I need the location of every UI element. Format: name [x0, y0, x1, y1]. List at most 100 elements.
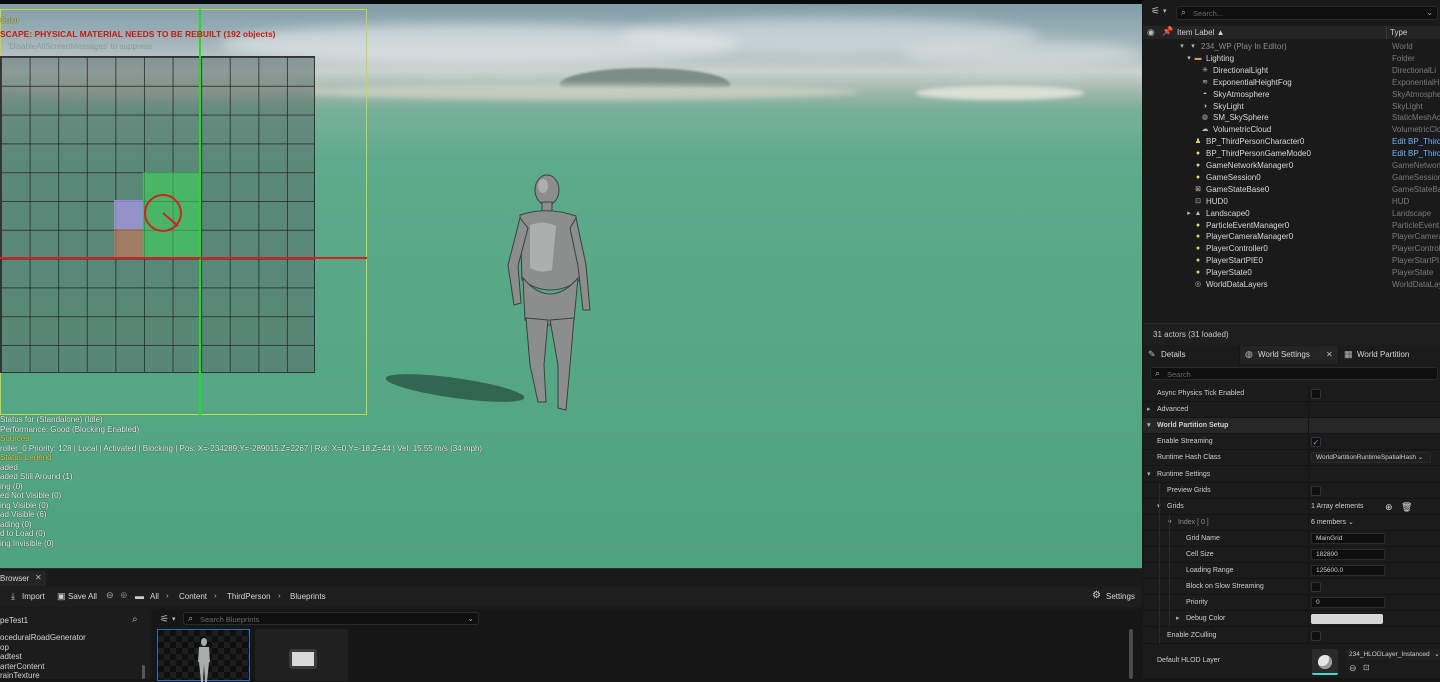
outliner-row[interactable]: ● PlayerState0 PlayerState — [1143, 267, 1440, 279]
history-back-icon[interactable]: ⊖ — [106, 590, 114, 601]
property-column-divider[interactable] — [1308, 386, 1309, 644]
property-checkbox[interactable] — [1311, 389, 1321, 399]
asset-search-input[interactable]: Search Blueprints — [200, 615, 259, 624]
property-checkbox[interactable]: ✓ — [1311, 437, 1321, 448]
outliner-item-type: Folder — [1392, 53, 1415, 63]
breadcrumb-blueprints[interactable]: Blueprints — [290, 592, 326, 601]
outliner-row[interactable]: ● PlayerController0 PlayerControl — [1143, 243, 1440, 255]
hlod-thumbnail[interactable] — [1312, 649, 1338, 675]
add-element-icon[interactable]: ⊕ — [1385, 499, 1393, 515]
history-forward-icon[interactable]: ⊕ — [120, 590, 128, 601]
column-divider[interactable] — [1386, 26, 1387, 39]
close-icon[interactable]: ✕ — [35, 573, 42, 582]
asset-search-box[interactable]: ⌕ Search Blueprints ⌄ — [183, 612, 479, 625]
tree-item[interactable]: adtest — [0, 652, 22, 661]
expand-arrow-icon[interactable]: ▾ — [1178, 43, 1186, 51]
color-swatch[interactable] — [1311, 614, 1383, 625]
outliner-row[interactable]: ⊠ GameStateBase0 GameStateBa — [1143, 184, 1440, 196]
pin-icon[interactable]: 📌 — [1162, 26, 1173, 37]
breadcrumb-content[interactable]: Content — [179, 592, 207, 601]
outliner-row[interactable]: ◎ WorldDataLayers WorldDataLay — [1143, 279, 1440, 291]
browse-arrow-icon[interactable]: ⊖ — [1349, 663, 1357, 674]
chevron-down-icon[interactable]: ▾ — [172, 615, 176, 623]
outliner-row[interactable]: ✳ DirectionalLight DirectionalLi — [1143, 65, 1440, 77]
outliner-search-input[interactable]: Search... — [1193, 9, 1223, 18]
search-dropdown-icon[interactable]: ⌄ — [1426, 8, 1433, 17]
import-button[interactable]: Import — [22, 592, 45, 601]
outliner-row[interactable]: ≋ ExponentialHeightFog ExponentialH — [1143, 77, 1440, 89]
breadcrumb-thirdperson[interactable]: ThirdPerson — [227, 592, 271, 601]
property-checkbox[interactable] — [1311, 582, 1321, 593]
outliner-row[interactable]: ● ParticleEventManager0 ParticleEvent — [1143, 220, 1440, 232]
close-icon[interactable]: ✕ — [1326, 350, 1333, 359]
property-checkbox[interactable] — [1311, 630, 1321, 641]
property-row[interactable]: ▸ Advanced — [1143, 402, 1440, 419]
tree-item[interactable]: op — [0, 643, 9, 652]
column-item-label[interactable]: Item Label ▲ — [1177, 28, 1225, 37]
property-row[interactable]: ▾Grids1 Array elements⊕🗑 — [1143, 498, 1440, 515]
outliner-row[interactable]: ● GameSession0 GameSession — [1143, 172, 1440, 184]
save-all-button[interactable]: Save All — [68, 592, 97, 601]
expand-arrow-icon[interactable]: ▸ — [1185, 210, 1193, 218]
outliner-row[interactable]: ▸ ▲ Landscape0 Landscape — [1143, 208, 1440, 220]
filter-icon[interactable]: ⚟ — [1151, 6, 1160, 17]
settings-button[interactable]: Settings — [1106, 592, 1135, 601]
outliner-row[interactable]: ▾ ▾ 234_WP (Play In Editor) World — [1143, 41, 1440, 53]
expand-arrow-icon[interactable]: ▸ — [1147, 402, 1151, 418]
outliner-row[interactable]: ● BP_ThirdPersonGameMode0 Edit BP_Third — [1143, 148, 1440, 160]
property-dropdown[interactable]: WorldPartitionRuntimeSpatialHash ⌄ — [1311, 452, 1431, 464]
outliner-search-box[interactable]: ⌕ Search... ⌄ — [1176, 6, 1438, 20]
property-input[interactable]: MainGrid — [1311, 532, 1385, 544]
visibility-eye-icon[interactable]: ◉ — [1147, 27, 1155, 38]
outliner-row[interactable]: ● PlayerCameraManager0 PlayerCamera — [1143, 231, 1440, 243]
debug-line: ad Visible (6) — [0, 510, 47, 519]
property-input[interactable]: 0 — [1311, 597, 1385, 609]
property-checkbox[interactable] — [1311, 485, 1321, 496]
details-tab[interactable]: ◍ World Settings ✕ — [1240, 346, 1338, 364]
sources-scrollbar[interactable] — [142, 665, 145, 679]
trash-icon[interactable]: 🗑 — [1401, 499, 1412, 515]
search-icon[interactable]: ⌕ — [132, 614, 138, 625]
outliner-row[interactable]: ◓ SkyAtmosphere SkyAtmosphe — [1143, 89, 1440, 101]
details-search-input[interactable]: Search — [1167, 370, 1191, 379]
asset-scrollbar[interactable] — [1129, 629, 1133, 679]
tree-item[interactable]: arterContent — [0, 662, 44, 671]
filter-icon[interactable]: ⚟ — [160, 614, 169, 625]
property-row[interactable]: ▾ Runtime Settings — [1143, 467, 1440, 483]
property-row[interactable]: ▾Index [ 0 ]6 members ⌄ — [1143, 514, 1440, 531]
expand-arrow-icon[interactable]: ▾ — [1147, 467, 1151, 483]
property-input[interactable]: 125600.0 — [1311, 565, 1385, 577]
property-input[interactable]: 182800 — [1311, 549, 1385, 560]
search-dropdown-icon[interactable]: ⌄ — [467, 614, 474, 623]
outliner-row[interactable]: ◑ SkyLight SkyLight — [1143, 101, 1440, 113]
browse-folder-icon[interactable]: ⊡ — [1363, 663, 1370, 672]
outliner-row[interactable]: ● PlayerStartPIE0 PlayerStartPI — [1143, 255, 1440, 267]
details-search-box[interactable]: ⌕ Search — [1150, 367, 1438, 380]
column-type[interactable]: Type — [1390, 28, 1407, 37]
outliner-row[interactable]: ♟ BP_ThirdPersonCharacter0 Edit BP_Third — [1143, 136, 1440, 148]
sources-tree-title[interactable]: peTest1 — [0, 616, 28, 625]
details-tab[interactable]: ✎ Details — [1143, 346, 1239, 364]
level-viewport[interactable]: Color SCAPE: PHYSICAL MATERIAL NEEDS TO … — [0, 0, 1142, 568]
expand-arrow-icon[interactable]: ▾ — [1147, 418, 1151, 434]
property-row[interactable]: ▾ World Partition Setup — [1143, 418, 1440, 435]
outliner-row[interactable]: ● GameNetworkManager0 GameNetwork — [1143, 160, 1440, 172]
expand-arrow-icon[interactable]: ▸ — [1176, 611, 1180, 627]
outliner-row[interactable]: ⊡ HUD0 HUD — [1143, 196, 1440, 208]
content-browser-tab[interactable]: Browser ✕ — [0, 571, 46, 586]
details-tab[interactable]: ▦ World Partition — [1339, 346, 1440, 364]
expand-arrow-icon[interactable]: ▾ — [1185, 55, 1193, 63]
tree-item[interactable]: oceduralRoadGenerator — [0, 633, 86, 642]
outliner-row[interactable]: ◍ SM_SkySphere StaticMeshAc — [1143, 112, 1440, 124]
asset-thumbnail-gamemode[interactable] — [255, 629, 348, 681]
members-dropdown[interactable]: 6 members ⌄ — [1311, 515, 1354, 531]
outliner-row[interactable]: ☁ VolumetricCloud VolumetricClo — [1143, 124, 1440, 136]
tree-item[interactable]: rainTexture — [0, 671, 40, 680]
asset-thumbnail-character[interactable] — [157, 629, 250, 682]
chevron-down-icon[interactable]: ▾ — [1163, 7, 1167, 15]
outliner-row[interactable]: ▾ ▬ Lighting Folder — [1143, 53, 1440, 65]
edit-blueprint-link[interactable]: Edit BP_Third — [1392, 148, 1440, 160]
breadcrumb-all[interactable]: All — [150, 592, 159, 601]
edit-blueprint-link[interactable]: Edit BP_Third — [1392, 136, 1440, 148]
hlod-layer-dropdown[interactable]: 234_HLODLayer_Instanced ⌄ — [1346, 649, 1440, 660]
